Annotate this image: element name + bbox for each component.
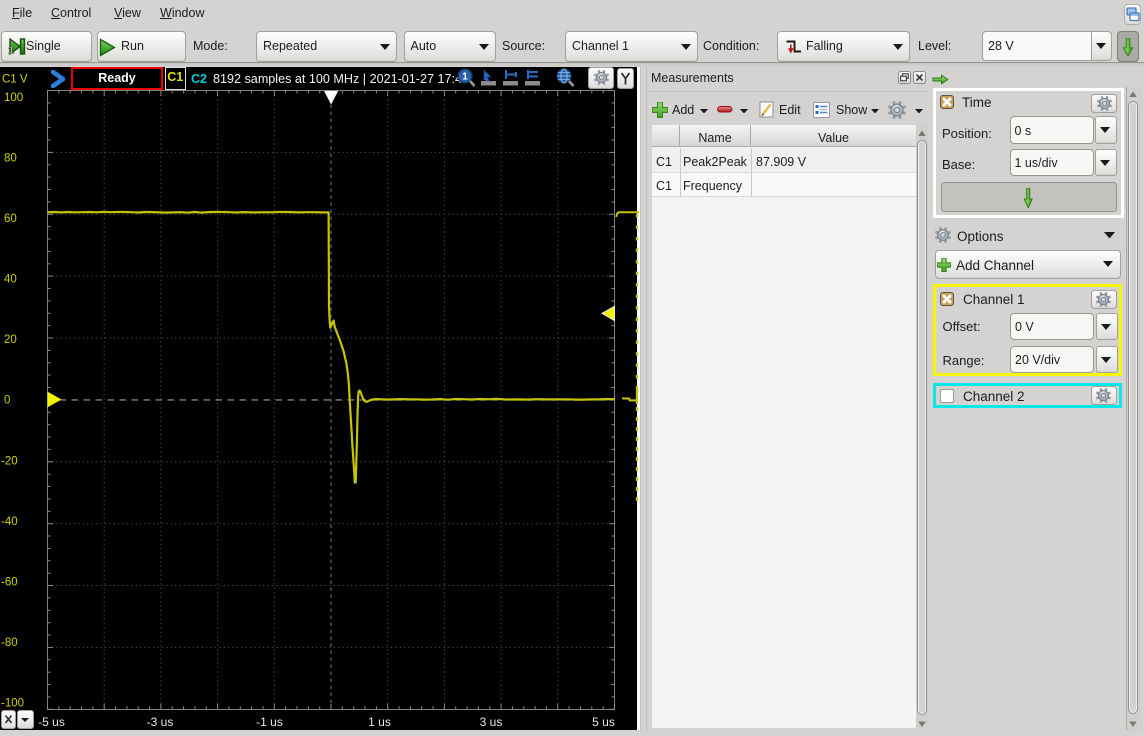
svg-text:C1 V: C1 V (2, 74, 28, 86)
svg-text:60: 60 (4, 213, 17, 225)
svg-text:0: 0 (4, 395, 10, 407)
svg-text:-20: -20 (1, 455, 18, 467)
svg-text:40: 40 (4, 274, 17, 286)
svg-text:-1 us: -1 us (256, 715, 283, 729)
svg-text:20: 20 (4, 334, 17, 346)
svg-text:100: 100 (4, 92, 23, 104)
svg-text:-60: -60 (1, 576, 18, 588)
svg-text:80: 80 (4, 153, 17, 165)
svg-text:1 us: 1 us (368, 715, 391, 729)
svg-text:1: 1 (462, 72, 468, 83)
svg-text:1: 1 (8, 46, 14, 57)
svg-text:3 us: 3 us (480, 715, 503, 729)
svg-text:-80: -80 (1, 637, 18, 649)
svg-text:-40: -40 (1, 516, 18, 528)
svg-text:-5 us: -5 us (38, 715, 65, 729)
svg-text:5 us: 5 us (592, 715, 615, 729)
svg-text:-100: -100 (1, 697, 24, 709)
svg-text:-3 us: -3 us (147, 715, 174, 729)
